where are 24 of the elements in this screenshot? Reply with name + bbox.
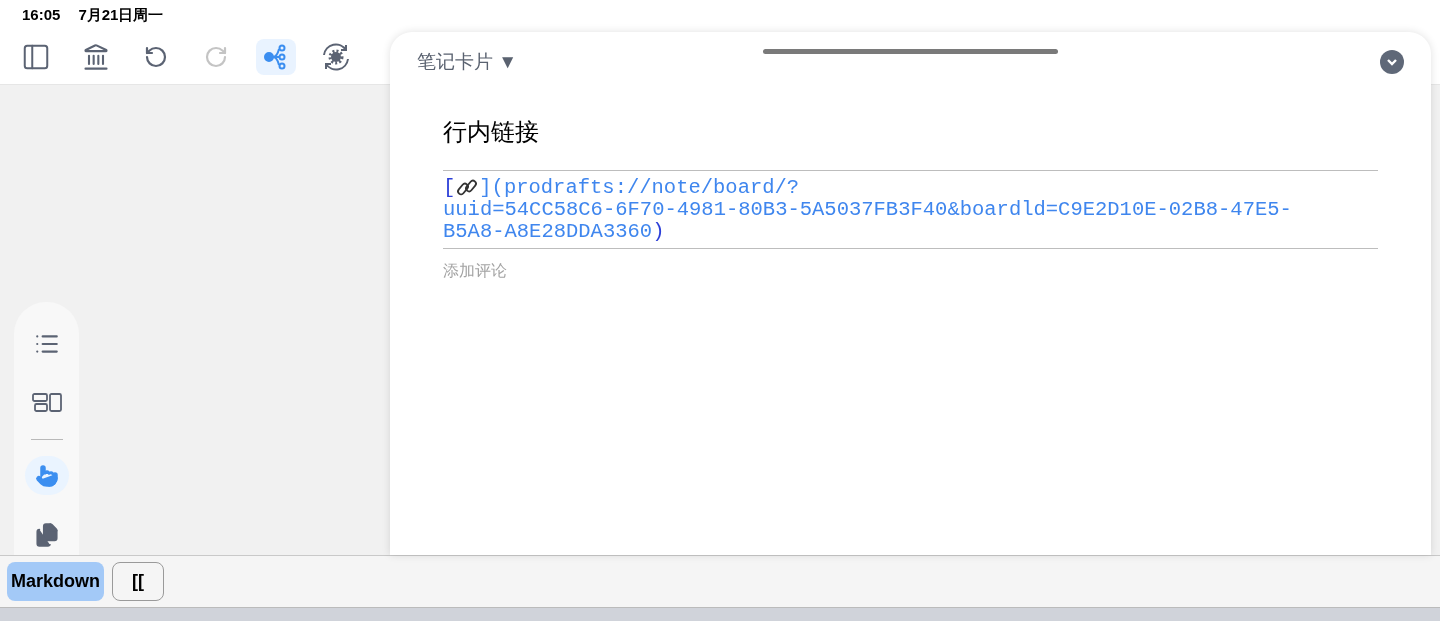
drag-handle[interactable] (763, 49, 1058, 54)
side-tool-button[interactable] (24, 455, 69, 496)
bank-icon (82, 43, 110, 71)
note-title: 行内链接 (443, 117, 540, 147)
comment-field[interactable]: 添加评论 (443, 259, 1378, 283)
chevron-down-icon (1387, 58, 1397, 66)
redo-icon (204, 45, 228, 69)
copy-icon (33, 522, 60, 549)
sidebar-icon (21, 42, 51, 72)
link-text: B5A8-A8E28DDA3360 (443, 220, 653, 242)
key-button[interactable]: Markdown (7, 562, 104, 601)
status-date: 7月21日周一 (78, 4, 164, 25)
pointer-icon (34, 463, 59, 488)
key-button[interactable]: [[ (112, 562, 164, 601)
link-bracket: ) (652, 220, 665, 242)
link-text: uuid=54CC58C6-6F70-4981-80B3-5A5037FB3F40&boardld=C9E2D10E-02B8-47E5- (443, 199, 1292, 221)
status-time: 16:05 (22, 4, 61, 25)
note-type-dropdown[interactable]: 笔记卡片 ▼ (417, 47, 518, 77)
collapse-button[interactable] (1380, 50, 1404, 74)
toolbar-button[interactable] (256, 39, 296, 75)
link-bracket: [ (443, 177, 456, 199)
undo-icon (144, 45, 168, 69)
layout-icon (31, 393, 62, 414)
link-text: ](prodrafts://note/board/? (479, 177, 800, 199)
